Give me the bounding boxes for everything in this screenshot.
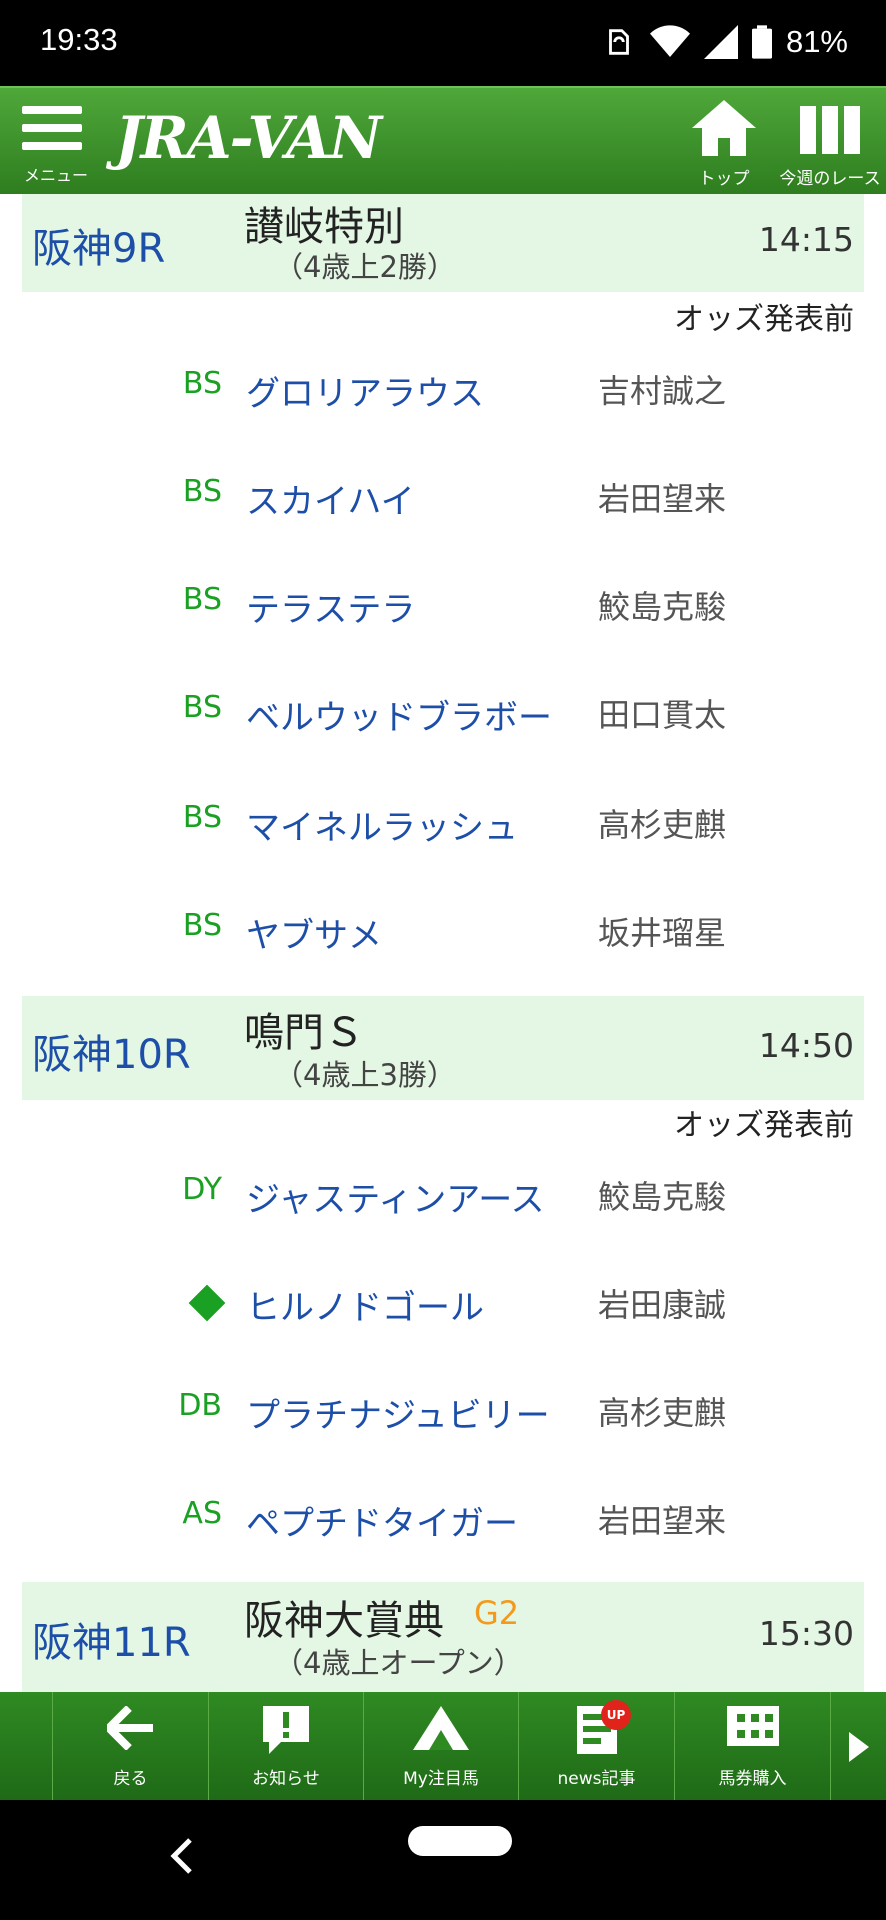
race-venue: 阪神10R — [32, 1032, 191, 1078]
race-list: 阪神9R 讃岐特別 （4歳上2勝） 14:15 オッズ発表前 BS グロリアラウ… — [0, 194, 886, 1692]
wifi-icon — [649, 25, 690, 57]
entry-mark: BS — [182, 690, 222, 725]
ticket-label: 馬券購入 — [718, 1769, 787, 1789]
entry-row[interactable]: DY ジャスティンアース 鮫島克駿 — [0, 1172, 886, 1232]
race-time: 14:15 — [758, 220, 854, 259]
back-label: 戻る — [113, 1769, 148, 1789]
columns-icon — [800, 106, 860, 154]
battery-icon — [751, 25, 772, 59]
jockey-name: 岩田望来 — [598, 480, 727, 518]
jockey-name: 田口貫太 — [598, 696, 727, 734]
entry-row[interactable]: BS テラステラ 鮫島克駿 — [0, 582, 886, 642]
entry-mark: BS — [182, 474, 222, 509]
race-header[interactable]: 阪神9R 讃岐特別 （4歳上2勝） 14:15 — [22, 194, 864, 292]
notices-label: お知らせ — [252, 1769, 320, 1789]
menu-label: メニュー — [23, 166, 88, 185]
race-condition: （4歳上2勝） — [274, 250, 456, 284]
race-venue: 阪神9R — [32, 226, 166, 272]
horse-name[interactable]: ジャスティンアース — [246, 1172, 545, 1221]
my-horses-button[interactable]: My注目馬 — [363, 1692, 518, 1800]
system-home-pill[interactable] — [408, 1826, 512, 1856]
race-name: 鳴門Ｓ — [244, 1010, 364, 1056]
entry-mark: BS — [182, 800, 222, 835]
horse-name[interactable]: ヤブサメ — [246, 908, 382, 957]
entry-row[interactable]: BS ヤブサメ 坂井瑠星 — [0, 908, 886, 968]
battery-percent: 81% — [785, 24, 848, 59]
entry-row[interactable]: DB プラチナジュビリー 高杉吏麒 — [0, 1388, 886, 1448]
race-header[interactable]: 阪神10R 鳴門Ｓ （4歳上3勝） 14:50 — [22, 996, 864, 1100]
play-right-icon — [849, 1732, 869, 1762]
weekly-races-button[interactable]: 今週のレース — [774, 98, 886, 189]
jockey-name: 鮫島克駿 — [598, 588, 727, 626]
jockey-name: 坂井瑠星 — [598, 914, 727, 952]
status-time: 19:33 — [40, 22, 118, 57]
horse-name[interactable]: マイネルラッシュ — [246, 800, 518, 849]
entry-mark: BS — [182, 582, 222, 617]
jockey-name: 高杉吏麒 — [598, 806, 727, 844]
top-label: トップ — [698, 169, 750, 189]
entry-row[interactable]: BS ベルウッドブラボー 田口貫太 — [0, 690, 886, 750]
horse-name[interactable]: ペプチドタイガー — [246, 1496, 518, 1545]
jockey-name: 岩田望来 — [598, 1502, 727, 1540]
jockey-name: 高杉吏麒 — [598, 1394, 727, 1432]
horse-name[interactable]: ヒルノドゴール — [246, 1280, 484, 1329]
news-label: news記事 — [557, 1769, 636, 1789]
triangle-icon — [413, 1706, 469, 1750]
entry-row[interactable]: ヒルノドゴール 岩田康誠 — [0, 1280, 886, 1340]
entry-mark: BS — [182, 366, 222, 401]
horse-name[interactable]: ベルウッドブラボー — [246, 690, 552, 739]
horse-name[interactable]: テラステラ — [246, 582, 415, 631]
ticket-purchase-button[interactable]: 馬券購入 — [674, 1692, 830, 1800]
horse-name[interactable]: プラチナジュビリー — [246, 1388, 550, 1437]
top-button[interactable]: トップ — [680, 98, 768, 189]
race-header[interactable]: 阪神11R 阪神大賞典 G2 （4歳上オープン） 15:30 — [22, 1582, 864, 1692]
entry-row[interactable]: BS スカイハイ 岩田望来 — [0, 474, 886, 534]
my-horses-label: My注目馬 — [403, 1769, 479, 1789]
menu-button[interactable]: メニュー — [18, 100, 92, 185]
jra-van-logo: JRA-VAN — [115, 104, 382, 172]
entry-mark: AS — [182, 1496, 222, 1531]
jockey-name: 鮫島克駿 — [598, 1178, 727, 1216]
ticket-icon — [726, 1706, 779, 1746]
odds-status: オッズ発表前 — [674, 1108, 854, 1143]
race-name: 阪神大賞典 — [244, 1598, 444, 1644]
horse-name[interactable]: スカイハイ — [246, 474, 415, 523]
arrow-left-icon — [106, 1706, 153, 1750]
cell-signal-icon — [703, 25, 738, 59]
home-icon — [692, 100, 756, 156]
news-button[interactable]: UP news記事 — [518, 1692, 674, 1800]
horse-name[interactable]: グロリアラウス — [246, 366, 484, 415]
entry-row[interactable]: BS マイネルラッシュ 高杉吏麒 — [0, 800, 886, 860]
race-time: 14:50 — [758, 1026, 854, 1065]
weekly-races-label: 今週のレース — [779, 169, 881, 189]
nfc-icon — [609, 29, 629, 55]
race-condition: （4歳上3勝） — [274, 1058, 456, 1092]
odds-status: オッズ発表前 — [674, 302, 854, 337]
next-page-button[interactable] — [830, 1692, 886, 1800]
app-header: メニュー JRA-VAN トップ 今週のレース — [0, 86, 886, 194]
back-button[interactable]: 戻る — [52, 1692, 208, 1800]
race-condition: （4歳上オープン） — [274, 1646, 523, 1680]
hamburger-menu-icon — [22, 106, 82, 150]
exclamation-icon — [263, 1706, 309, 1754]
entry-row[interactable]: AS ペプチドタイガー 岩田望来 — [0, 1496, 886, 1556]
entry-mark: DB — [178, 1388, 222, 1423]
entry-mark: DY — [182, 1172, 222, 1207]
system-back-icon[interactable] — [170, 1836, 194, 1876]
jockey-name: 岩田康誠 — [598, 1286, 727, 1324]
status-icons: 81% — [602, 22, 848, 62]
system-nav-bar — [0, 1800, 886, 1920]
entry-mark: BS — [182, 908, 222, 943]
entry-row[interactable]: BS グロリアラウス 吉村誠之 — [0, 366, 886, 426]
race-time: 15:30 — [758, 1614, 854, 1653]
notices-button[interactable]: お知らせ — [208, 1692, 363, 1800]
bottom-nav: 戻る お知らせ My注目馬 UP news記事 馬券購入 — [0, 1692, 886, 1800]
status-bar: 19:33 81% — [0, 0, 886, 86]
diamond-mark-icon — [188, 1284, 226, 1322]
race-grade-badge: G2 — [474, 1594, 520, 1632]
news-up-badge: UP — [601, 1700, 631, 1730]
jockey-name: 吉村誠之 — [598, 372, 727, 410]
race-venue: 阪神11R — [32, 1620, 191, 1666]
